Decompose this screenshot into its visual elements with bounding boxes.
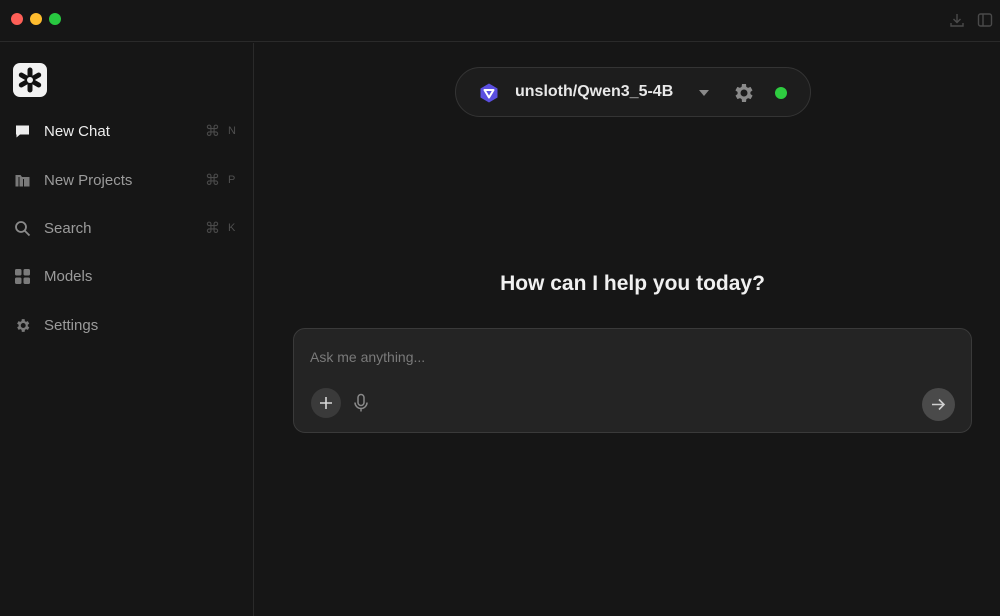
sidebar-panel-icon[interactable] [977, 12, 993, 28]
chevron-down-icon[interactable] [697, 88, 711, 98]
sidebar-item-search[interactable]: Search ⌘ K [0, 211, 254, 245]
model-status-indicator [775, 87, 787, 99]
model-selector[interactable]: unsloth/Qwen3_5-4B [455, 67, 811, 117]
plus-icon [320, 397, 332, 409]
add-attachment-button[interactable] [311, 388, 341, 418]
folder-icon [15, 174, 30, 186]
sidebar-item-label: New Chat [44, 122, 110, 140]
chat-bubble-icon [16, 125, 29, 137]
shortcut-hint: ⌘ P [205, 172, 236, 189]
download-icon[interactable] [949, 12, 965, 28]
sidebar-item-label: New Projects [44, 171, 133, 189]
sidebar-item-new-chat[interactable]: New Chat ⌘ N [0, 114, 254, 148]
sidebar-item-label: Models [44, 267, 93, 285]
send-button[interactable] [922, 388, 955, 421]
grid-icon [15, 268, 30, 284]
welcome-heading: How can I help you today? [500, 272, 765, 295]
message-input[interactable] [310, 346, 950, 368]
sidebar-item-new-projects[interactable]: New Projects ⌘ P [0, 163, 254, 197]
app-logo[interactable] [13, 63, 47, 97]
qwen-logo-icon [480, 83, 498, 103]
window-zoom-button[interactable] [49, 13, 61, 25]
window-close-button[interactable] [11, 13, 23, 25]
sidebar: New Chat ⌘ N New Projects ⌘ P Search ⌘ K [0, 43, 254, 616]
model-settings-gear-icon[interactable] [731, 81, 755, 105]
sidebar-item-models[interactable]: Models [0, 259, 254, 293]
window-minimize-button[interactable] [30, 13, 42, 25]
sidebar-item-settings[interactable]: Settings [0, 308, 254, 342]
microphone-icon[interactable] [352, 393, 370, 413]
sidebar-item-label: Search [44, 219, 92, 237]
arrow-right-icon [932, 398, 946, 411]
asterisk-logo-icon [18, 67, 42, 93]
model-name: unsloth/Qwen3_5-4B [515, 83, 674, 100]
chat-composer [293, 328, 972, 433]
gear-icon [17, 318, 30, 332]
shortcut-hint: ⌘ K [205, 220, 236, 237]
shortcut-hint: ⌘ N [205, 123, 236, 140]
search-icon [15, 220, 31, 236]
sidebar-item-label: Settings [44, 316, 99, 334]
title-bar [0, 0, 1000, 42]
